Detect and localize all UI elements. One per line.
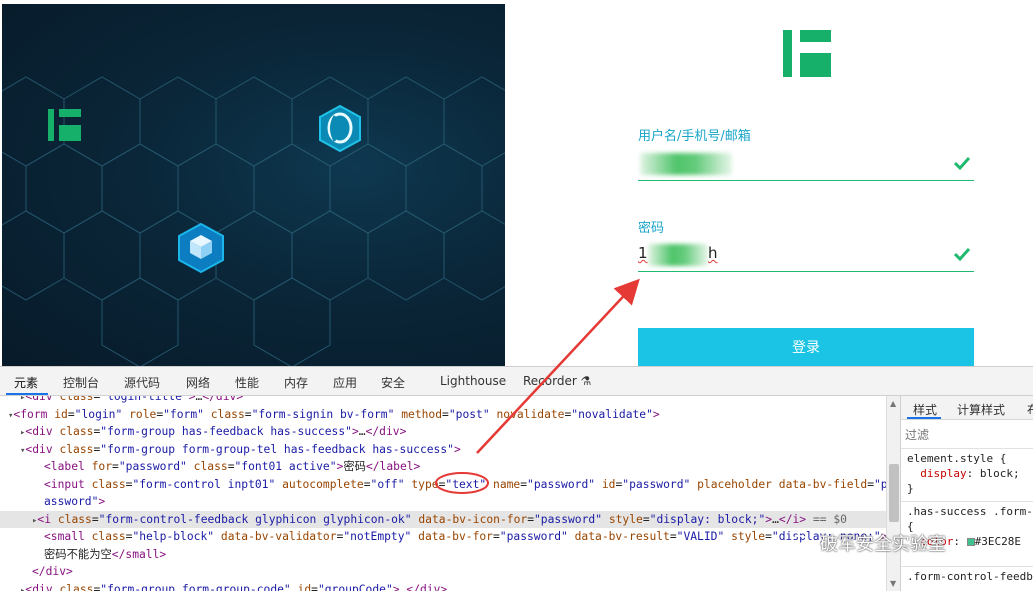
dom-node-line[interactable]: <input class="form-control inpt01" autoc… [0,476,886,493]
scroll-up-icon[interactable]: ▲ [890,399,896,408]
login-button[interactable]: 登录 [638,328,974,368]
password-label: 密码 [638,221,665,236]
dom-node-line[interactable]: <small class="help-block" data-bv-valida… [0,528,886,545]
ring-badge-icon [319,104,361,153]
scrollbar-thumb[interactable] [889,464,899,522]
tab-layout[interactable]: 布 [1027,401,1033,418]
dom-node-line[interactable]: ▾<form id="login" role="form" class="for… [0,406,886,423]
tab-computed[interactable]: 计算样式 [957,401,1005,418]
check-icon [954,156,970,170]
style-divider [901,448,1033,449]
rule-property[interactable]: display [920,467,966,480]
tab-performance[interactable]: 性能 [235,374,259,391]
username-label: 用户名/手机号/邮箱 [638,129,751,144]
style-rule-feedback: .form-control-feedb [907,569,1033,584]
tab-network[interactable]: 网络 [186,374,210,391]
devtools-panel: 元素 控制台 源代码 网络 性能 内存 应用 安全 Lighthouse Rec… [0,366,1033,591]
password-text-end: h [708,244,718,262]
tab-application[interactable]: 应用 [333,374,357,391]
styles-panel: 样式 计算样式 布 element.style { display: block… [900,396,1033,591]
flask-icon: ⚗ [580,374,592,388]
check-icon [954,247,970,261]
devtools-tab-bar: 元素 控制台 源代码 网络 性能 内存 应用 安全 Lighthouse Rec… [0,367,1033,396]
styles-tab-indicator [907,417,941,419]
hero-banner [2,4,505,366]
rule-value[interactable]: block; [980,467,1020,480]
dom-node-line[interactable]: ▸<i class="form-control-feedback glyphic… [0,510,886,528]
brand-logo-icon [783,30,831,77]
dom-node-line[interactable]: <label for="password" class="font01 acti… [0,458,886,475]
rule-selector: element.style { [907,452,1007,465]
rule-close: } [907,482,914,495]
tab-recorder[interactable]: Recorder ⚗ [523,374,591,388]
style-divider [901,566,1033,567]
color-swatch[interactable] [966,538,975,546]
dom-node-line[interactable]: assword"> [0,493,886,510]
watermark: 破军安全实验室 [790,530,946,556]
tab-recorder-label: Recorder [523,374,577,388]
tab-memory[interactable]: 内存 [284,374,308,391]
password-field[interactable]: 1 h [638,238,974,272]
dom-node-line[interactable]: 密码不能为空</small> [0,546,886,563]
dom-node-line[interactable]: ▸<div class="form-group form-group-code"… [0,581,886,591]
dom-node-line[interactable]: ▾<div class="form-group form-group-tel h… [0,441,886,458]
hexagon-network-graphic [2,76,505,366]
rule-selector: .form-control-feedb [907,570,1033,583]
hero-logo-icon [48,109,81,141]
blurred-password [648,244,708,266]
styles-tab-bar: 样式 计算样式 布 [901,396,1033,420]
rule-value[interactable]: #3EC28E [975,535,1021,548]
style-rule-element: element.style { display: block; } [907,452,1020,495]
rule-selector: .has-success .form- [907,505,1033,518]
login-page: 用户名/手机号/邮箱 密码 1 h 登录 [0,0,1033,368]
style-divider [901,501,1033,502]
blurred-username [640,153,732,175]
tab-sources[interactable]: 源代码 [124,374,160,391]
styles-filter-input[interactable] [905,426,1030,444]
dom-node-line[interactable]: ▸<div class="form-group has-feedback has… [0,423,886,440]
wechat-icon [790,535,816,554]
scroll-down-icon[interactable]: ▼ [890,579,896,588]
login-panel: 用户名/手机号/邮箱 密码 1 h 登录 [505,0,1033,368]
elements-scrollbar[interactable]: ▲ ▼ [886,396,900,591]
tab-elements[interactable]: 元素 [14,374,38,391]
active-tab-indicator [6,393,48,395]
watermark-text: 破军安全实验室 [820,534,946,555]
elements-tree: ▸<div class="login-title">…</div> ▾<form … [0,396,886,591]
tab-styles[interactable]: 样式 [913,401,937,418]
dom-node-line[interactable]: </div> [0,563,886,580]
tab-console[interactable]: 控制台 [63,374,99,391]
tab-security[interactable]: 安全 [381,374,405,391]
password-text-start: 1 [638,244,648,262]
tab-lighthouse[interactable]: Lighthouse [440,374,506,388]
username-field[interactable] [638,147,974,181]
dom-node-line[interactable]: ▸<div class="login-title">…</div> [0,396,886,405]
